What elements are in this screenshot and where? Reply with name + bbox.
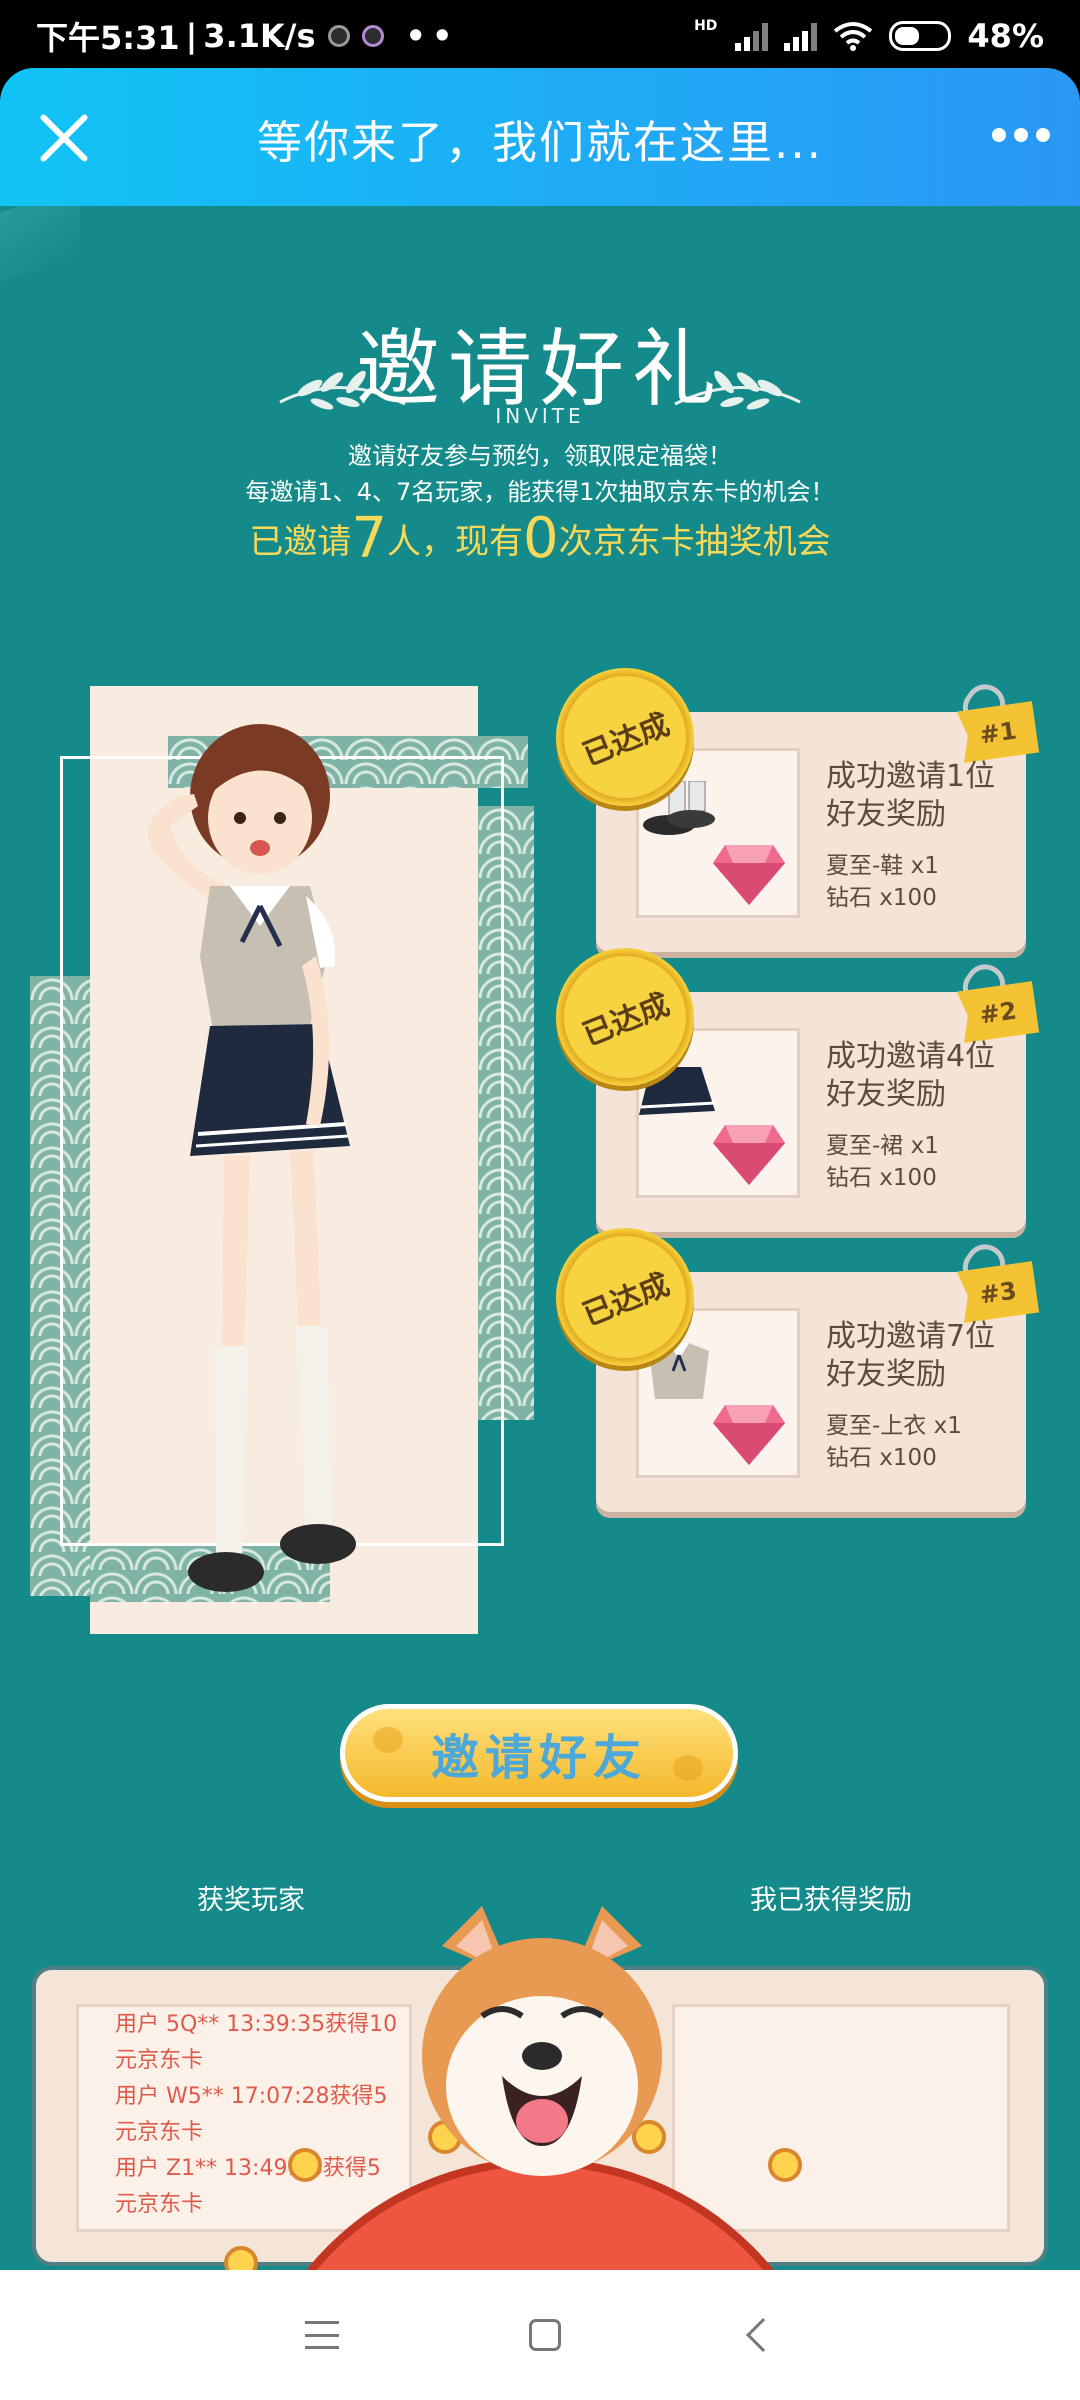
- schoolgirl-character: [148, 724, 356, 1592]
- reward-tag: #1: [957, 701, 1039, 763]
- wheel-light: [288, 2148, 322, 2182]
- more-icon[interactable]: [992, 128, 1050, 142]
- completed-badge-label: 已达成: [578, 987, 675, 1054]
- paw-icon: [673, 1755, 703, 1781]
- status-prefix: 已邀请: [249, 522, 352, 562]
- completed-badge: 已达成: [556, 668, 694, 806]
- wifi-icon: [834, 22, 873, 51]
- reward-tag: #3: [957, 1261, 1039, 1323]
- home-icon[interactable]: [529, 2319, 561, 2351]
- shiba-dog-mascot: [422, 1906, 662, 2176]
- completed-badge: 已达成: [556, 1228, 694, 1366]
- winners-label: 获奖玩家: [197, 1885, 305, 1916]
- status-time: 下午5:31: [36, 19, 180, 57]
- reward-item-1: 夏至-上衣 x1: [826, 1413, 962, 1439]
- navigation-bar: [0, 2270, 1080, 2400]
- section-heading-en: INVITE: [495, 404, 585, 428]
- battery-percent: 48%: [967, 17, 1044, 55]
- close-icon[interactable]: [38, 112, 90, 164]
- status-bar: 下午5:31 | 3.1K/s •• HD 48%: [0, 0, 1080, 72]
- completed-badge: 已达成: [556, 948, 694, 1086]
- more-notifications-icon: ••: [405, 17, 459, 55]
- main-content[interactable]: 邀请好礼 INVITE 邀请好友参与预约，领取限定福袋！ 每邀请1、4、7名玩家…: [0, 206, 1080, 2270]
- invite-description-1: 邀请好友参与预约，领取限定福袋！: [348, 442, 732, 470]
- diamond-icon: [713, 845, 785, 905]
- character-illustration: [30, 686, 540, 1656]
- app-notification-icon: [361, 25, 384, 47]
- app-root: 下午5:31 | 3.1K/s •• HD 48% 等你来了，我们就在这里...: [0, 0, 1080, 2400]
- reward-title: 成功邀请1位好友奖励: [826, 759, 996, 832]
- signal-icon-2: [784, 21, 818, 51]
- paw-icon: [373, 1727, 403, 1753]
- status-suffix: 次京东卡抽奖机会: [558, 522, 831, 562]
- my-rewards-label: 我已获得奖励: [750, 1885, 912, 1916]
- list-item: 用户 5Q** 13:39:35获得10元京东卡: [115, 2012, 398, 2073]
- list-item: 用户 W5** 17:07:28获得5元京东卡: [115, 2084, 388, 2145]
- lottery-chances: 0: [523, 506, 559, 571]
- status-separator: |: [185, 17, 198, 55]
- reward-card-3: #3 成功邀请7位好友奖励 夏至-上衣 x1 钻石 x100 已达成: [556, 1228, 1026, 1512]
- page-title: 等你来了，我们就在这里...: [257, 116, 823, 169]
- title-bar: 等你来了，我们就在这里...: [0, 68, 1080, 206]
- my-rewards-list[interactable]: [672, 2004, 1010, 2232]
- invited-count: 7: [351, 506, 387, 571]
- list-item: 用户 Z1** 13:49:26获得5元京东卡: [115, 2156, 381, 2217]
- status-middle: 人，现有: [387, 522, 523, 562]
- invite-friends-button[interactable]: 邀请好友: [340, 1704, 738, 1802]
- completed-badge-label: 已达成: [578, 1267, 675, 1334]
- reward-item-2: 钻石 x100: [826, 885, 937, 911]
- reward-title: 成功邀请7位好友奖励: [826, 1319, 996, 1392]
- invite-status: 已邀请7人，现有0次京东卡抽奖机会: [0, 506, 1080, 571]
- invite-friends-label: 邀请好友: [430, 1730, 647, 1786]
- reward-item-2: 钻石 x100: [826, 1165, 937, 1191]
- reward-item-1: 夏至-鞋 x1: [826, 853, 939, 879]
- battery-icon: [889, 21, 952, 51]
- winners-list[interactable]: 用户 5Q** 13:39:35获得10元京东卡 用户 W5** 17:07:2…: [76, 2004, 412, 2232]
- reward-card-2: #2 成功邀请4位好友奖励 夏至-裙 x1 钻石 x100 已达成: [556, 948, 1026, 1232]
- diamond-icon: [713, 1125, 785, 1185]
- reward-tag: #2: [957, 981, 1039, 1043]
- status-right: HD 48%: [694, 17, 1044, 55]
- diamond-icon: [713, 1405, 785, 1465]
- status-left: 下午5:31 | 3.1K/s ••: [36, 13, 458, 59]
- back-icon[interactable]: [746, 2318, 780, 2352]
- reward-item-2: 钻石 x100: [826, 1445, 937, 1471]
- completed-badge-label: 已达成: [578, 707, 675, 774]
- invite-description-2: 每邀请1、4、7名玩家，能获得1次抽取京东卡的机会！: [245, 478, 835, 506]
- notification-icon: [327, 25, 350, 47]
- signal-icon: [735, 21, 769, 51]
- wheel-light: [768, 2148, 802, 2182]
- status-network-speed: 3.1K/s: [203, 17, 316, 55]
- decorative-rail: [0, 206, 80, 296]
- reward-item-1: 夏至-裙 x1: [826, 1133, 939, 1159]
- reward-title: 成功邀请4位好友奖励: [826, 1039, 996, 1112]
- hd-label: HD: [694, 18, 718, 34]
- reward-card-1: #1 成功邀请1位好友奖励 夏至-鞋 x1 钻石 x100 已达成: [556, 668, 1026, 952]
- menu-icon[interactable]: [305, 2321, 339, 2349]
